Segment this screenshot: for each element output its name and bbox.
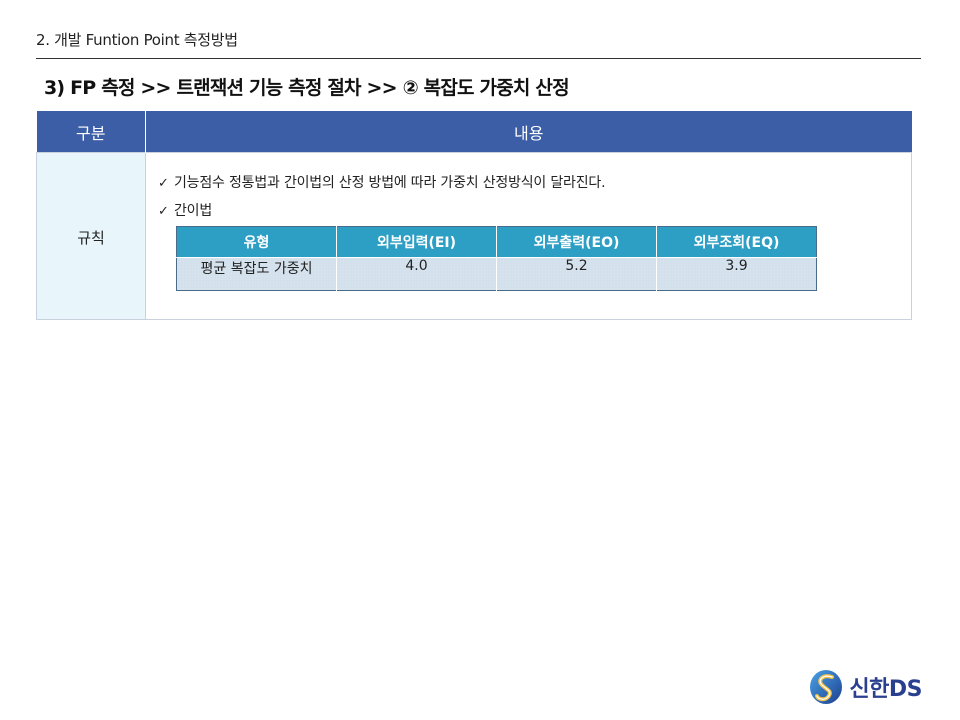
weight-header-eq: 외부조회(EQ) — [656, 226, 817, 258]
weight-value-eo: 5.2 — [496, 257, 657, 291]
row-label-cell: 규칙 — [36, 152, 146, 320]
rules-table: 구분 내용 규칙 ✓ 기능점수 정통법과 간이법의 산정 방법에 따라 가중치 산… — [36, 111, 912, 320]
rules-table-header-row: 구분 내용 — [36, 111, 912, 153]
weight-header-type: 유형 — [176, 226, 337, 258]
row-label-rule: 규칙 — [77, 228, 105, 247]
rule-line-1: ✓ 기능점수 정통법과 간이법의 산정 방법에 따라 가중치 산정방식이 달라진다… — [158, 172, 606, 192]
section-title: 2. 개발 Funtion Point 측정방법 — [36, 31, 238, 49]
complexity-weight-table: 유형 외부입력(EI) 외부출력(EO) 외부조회(EQ) 평균 복잡도 가중치… — [176, 226, 817, 291]
page-heading: 3) FP 측정 >> 트랜잭션 기능 측정 절차 >> ② 복잡도 가중치 산… — [44, 77, 570, 99]
weight-table-row: 평균 복잡도 가중치 4.0 5.2 3.9 — [176, 257, 817, 291]
rule-line-2: ✓ 간이법 — [158, 200, 212, 220]
weight-value-eq: 3.9 — [656, 257, 817, 291]
top-divider — [36, 58, 921, 59]
column-header-category: 구분 — [36, 111, 146, 153]
rule-line-2-text: 간이법 — [174, 203, 213, 219]
shinhan-s-logo-icon — [810, 670, 843, 704]
weight-row-label: 평균 복잡도 가중치 — [176, 257, 337, 291]
column-header-content: 내용 — [145, 111, 912, 153]
weight-value-ei: 4.0 — [336, 257, 497, 291]
rules-table-row: 규칙 ✓ 기능점수 정통법과 간이법의 산정 방법에 따라 가중치 산정방식이 달… — [36, 152, 912, 320]
rule-line-1-text: 기능점수 정통법과 간이법의 산정 방법에 따라 가중치 산정방식이 달라진다. — [174, 175, 606, 191]
weight-table-header-row: 유형 외부입력(EI) 외부출력(EO) 외부조회(EQ) — [176, 226, 817, 258]
content-cell: ✓ 기능점수 정통법과 간이법의 산정 방법에 따라 가중치 산정방식이 달라진다… — [145, 152, 912, 320]
logo-text: 신한DS — [849, 677, 922, 702]
weight-header-ei: 외부입력(EI) — [336, 226, 497, 258]
check-icon: ✓ — [158, 204, 169, 219]
company-logo: 신한DS — [809, 668, 922, 706]
check-icon: ✓ — [158, 176, 169, 191]
weight-header-eo: 외부출력(EO) — [496, 226, 657, 258]
